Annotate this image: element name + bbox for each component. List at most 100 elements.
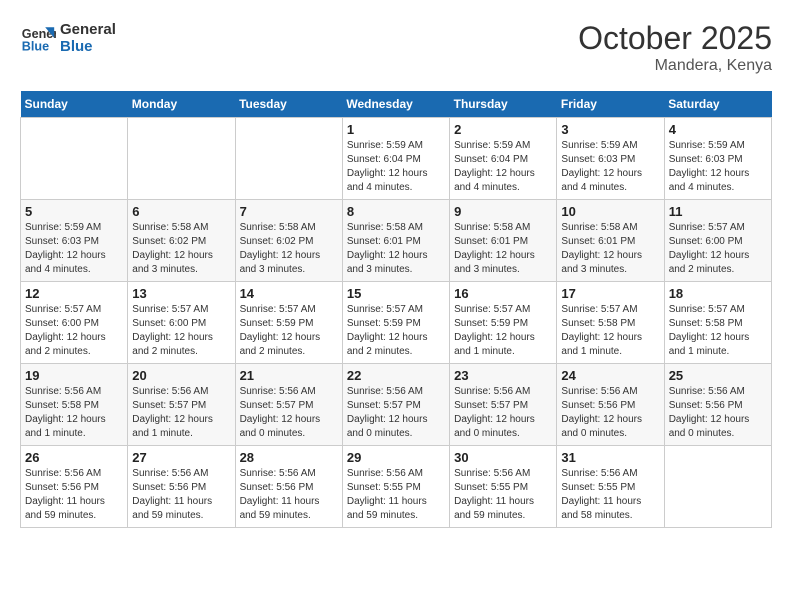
day-number: 2 <box>454 122 552 137</box>
day-info: Sunrise: 5:59 AM Sunset: 6:03 PM Dayligh… <box>561 139 659 195</box>
calendar-cell: 2 Sunrise: 5:59 AM Sunset: 6:04 PM Daylig… <box>450 118 557 200</box>
day-info: Sunrise: 5:57 AM Sunset: 6:00 PM Dayligh… <box>25 303 123 359</box>
calendar-cell: 3 Sunrise: 5:59 AM Sunset: 6:03 PM Daylig… <box>557 118 664 200</box>
day-info: Sunrise: 5:59 AM Sunset: 6:03 PM Dayligh… <box>669 139 767 195</box>
day-number: 30 <box>454 450 552 465</box>
calendar-cell: 8Sunrise: 5:58 AM Sunset: 6:01 PM Daylig… <box>342 200 449 282</box>
calendar-cell: 22Sunrise: 5:56 AM Sunset: 5:57 PM Dayli… <box>342 364 449 446</box>
weekday-header: Wednesday <box>342 91 449 118</box>
svg-text:Blue: Blue <box>22 40 49 54</box>
day-number: 3 <box>561 122 659 137</box>
calendar-cell <box>235 118 342 200</box>
day-number: 24 <box>561 368 659 383</box>
calendar-cell: 14Sunrise: 5:57 AM Sunset: 5:59 PM Dayli… <box>235 282 342 364</box>
calendar-cell: 13Sunrise: 5:57 AM Sunset: 6:00 PM Dayli… <box>128 282 235 364</box>
calendar-cell: 18Sunrise: 5:57 AM Sunset: 5:58 PM Dayli… <box>664 282 771 364</box>
day-info: Sunrise: 5:56 AM Sunset: 5:58 PM Dayligh… <box>25 385 123 441</box>
day-number: 28 <box>240 450 338 465</box>
day-number: 18 <box>669 286 767 301</box>
calendar-week-row: 12 Sunrise: 5:57 AM Sunset: 6:00 PM Dayli… <box>21 282 772 364</box>
day-info: Sunrise: 5:58 AM Sunset: 6:02 PM Dayligh… <box>240 221 338 277</box>
day-info: Sunrise: 5:56 AM Sunset: 5:57 PM Dayligh… <box>240 385 338 441</box>
page-header: General Blue General Blue October 2025 M… <box>20 20 772 75</box>
day-number: 7 <box>240 204 338 219</box>
calendar-cell: 6 Sunrise: 5:58 AM Sunset: 6:02 PM Daylig… <box>128 200 235 282</box>
weekday-header: Friday <box>557 91 664 118</box>
calendar-cell: 10 Sunrise: 5:58 AM Sunset: 6:01 PM Dayli… <box>557 200 664 282</box>
calendar-cell: 27Sunrise: 5:56 AM Sunset: 5:56 PM Dayli… <box>128 446 235 528</box>
calendar-cell <box>128 118 235 200</box>
day-number: 10 <box>561 204 659 219</box>
calendar-week-row: 5 Sunrise: 5:59 AM Sunset: 6:03 PM Daylig… <box>21 200 772 282</box>
day-number: 26 <box>25 450 123 465</box>
day-number: 21 <box>240 368 338 383</box>
calendar-cell: 9 Sunrise: 5:58 AM Sunset: 6:01 PM Daylig… <box>450 200 557 282</box>
logo-line1: General <box>60 21 116 38</box>
calendar-cell: 12 Sunrise: 5:57 AM Sunset: 6:00 PM Dayli… <box>21 282 128 364</box>
day-number: 23 <box>454 368 552 383</box>
calendar-cell: 19 Sunrise: 5:56 AM Sunset: 5:58 PM Dayli… <box>21 364 128 446</box>
calendar-cell: 21 Sunrise: 5:56 AM Sunset: 5:57 PM Dayli… <box>235 364 342 446</box>
day-info: Sunrise: 5:57 AM Sunset: 6:00 PM Dayligh… <box>132 303 230 359</box>
calendar-week-row: 1 Sunrise: 5:59 AM Sunset: 6:04 PM Daylig… <box>21 118 772 200</box>
day-number: 31 <box>561 450 659 465</box>
day-info: Sunrise: 5:56 AM Sunset: 5:56 PM Dayligh… <box>25 467 123 523</box>
day-number: 1 <box>347 122 445 137</box>
calendar-cell: 24 Sunrise: 5:56 AM Sunset: 5:56 PM Dayli… <box>557 364 664 446</box>
day-info: Sunrise: 5:57 AM Sunset: 5:59 PM Dayligh… <box>454 303 552 359</box>
day-info: Sunrise: 5:57 AM Sunset: 6:00 PM Dayligh… <box>669 221 767 277</box>
day-number: 29 <box>347 450 445 465</box>
day-info: Sunrise: 5:59 AM Sunset: 6:04 PM Dayligh… <box>454 139 552 195</box>
day-info: Sunrise: 5:58 AM Sunset: 6:01 PM Dayligh… <box>561 221 659 277</box>
day-number: 19 <box>25 368 123 383</box>
calendar-cell <box>21 118 128 200</box>
day-number: 6 <box>132 204 230 219</box>
day-info: Sunrise: 5:57 AM Sunset: 5:59 PM Dayligh… <box>347 303 445 359</box>
calendar-cell: 29 Sunrise: 5:56 AM Sunset: 5:55 PM Dayli… <box>342 446 449 528</box>
calendar-cell: 25 Sunrise: 5:56 AM Sunset: 5:56 PM Dayli… <box>664 364 771 446</box>
day-info: Sunrise: 5:59 AM Sunset: 6:03 PM Dayligh… <box>25 221 123 277</box>
calendar-cell: 30 Sunrise: 5:56 AM Sunset: 5:55 PM Dayli… <box>450 446 557 528</box>
calendar-cell: 23Sunrise: 5:56 AM Sunset: 5:57 PM Dayli… <box>450 364 557 446</box>
day-info: Sunrise: 5:56 AM Sunset: 5:57 PM Dayligh… <box>132 385 230 441</box>
calendar-week-row: 26 Sunrise: 5:56 AM Sunset: 5:56 PM Dayli… <box>21 446 772 528</box>
day-info: Sunrise: 5:56 AM Sunset: 5:56 PM Dayligh… <box>561 385 659 441</box>
day-number: 8 <box>347 204 445 219</box>
calendar-cell: 11 Sunrise: 5:57 AM Sunset: 6:00 PM Dayli… <box>664 200 771 282</box>
day-info: Sunrise: 5:57 AM Sunset: 5:59 PM Dayligh… <box>240 303 338 359</box>
day-number: 25 <box>669 368 767 383</box>
calendar-cell: 20 Sunrise: 5:56 AM Sunset: 5:57 PM Dayli… <box>128 364 235 446</box>
day-info: Sunrise: 5:57 AM Sunset: 5:58 PM Dayligh… <box>561 303 659 359</box>
calendar-table: SundayMondayTuesdayWednesdayThursdayFrid… <box>20 91 772 528</box>
calendar-header-row: SundayMondayTuesdayWednesdayThursdayFrid… <box>21 91 772 118</box>
day-info: Sunrise: 5:56 AM Sunset: 5:56 PM Dayligh… <box>240 467 338 523</box>
day-number: 11 <box>669 204 767 219</box>
day-info: Sunrise: 5:58 AM Sunset: 6:01 PM Dayligh… <box>454 221 552 277</box>
calendar-cell: 31 Sunrise: 5:56 AM Sunset: 5:55 PM Dayli… <box>557 446 664 528</box>
day-number: 20 <box>132 368 230 383</box>
day-info: Sunrise: 5:58 AM Sunset: 6:02 PM Dayligh… <box>132 221 230 277</box>
calendar-cell: 1Sunrise: 5:59 AM Sunset: 6:04 PM Daylig… <box>342 118 449 200</box>
day-number: 9 <box>454 204 552 219</box>
location-title: Mandera, Kenya <box>578 57 772 75</box>
calendar-cell: 16 Sunrise: 5:57 AM Sunset: 5:59 PM Dayli… <box>450 282 557 364</box>
weekday-header: Tuesday <box>235 91 342 118</box>
month-title: October 2025 <box>578 20 772 57</box>
calendar-cell: 17Sunrise: 5:57 AM Sunset: 5:58 PM Dayli… <box>557 282 664 364</box>
day-number: 5 <box>25 204 123 219</box>
day-number: 22 <box>347 368 445 383</box>
logo-line2: Blue <box>60 38 116 55</box>
day-info: Sunrise: 5:56 AM Sunset: 5:55 PM Dayligh… <box>561 467 659 523</box>
day-number: 16 <box>454 286 552 301</box>
calendar-cell: 5 Sunrise: 5:59 AM Sunset: 6:03 PM Daylig… <box>21 200 128 282</box>
day-info: Sunrise: 5:56 AM Sunset: 5:56 PM Dayligh… <box>669 385 767 441</box>
weekday-header: Saturday <box>664 91 771 118</box>
day-info: Sunrise: 5:56 AM Sunset: 5:55 PM Dayligh… <box>347 467 445 523</box>
logo-icon: General Blue <box>20 20 56 56</box>
day-info: Sunrise: 5:56 AM Sunset: 5:55 PM Dayligh… <box>454 467 552 523</box>
calendar-cell: 15Sunrise: 5:57 AM Sunset: 5:59 PM Dayli… <box>342 282 449 364</box>
calendar-week-row: 19 Sunrise: 5:56 AM Sunset: 5:58 PM Dayli… <box>21 364 772 446</box>
day-number: 12 <box>25 286 123 301</box>
title-block: October 2025 Mandera, Kenya <box>578 20 772 75</box>
weekday-header: Monday <box>128 91 235 118</box>
